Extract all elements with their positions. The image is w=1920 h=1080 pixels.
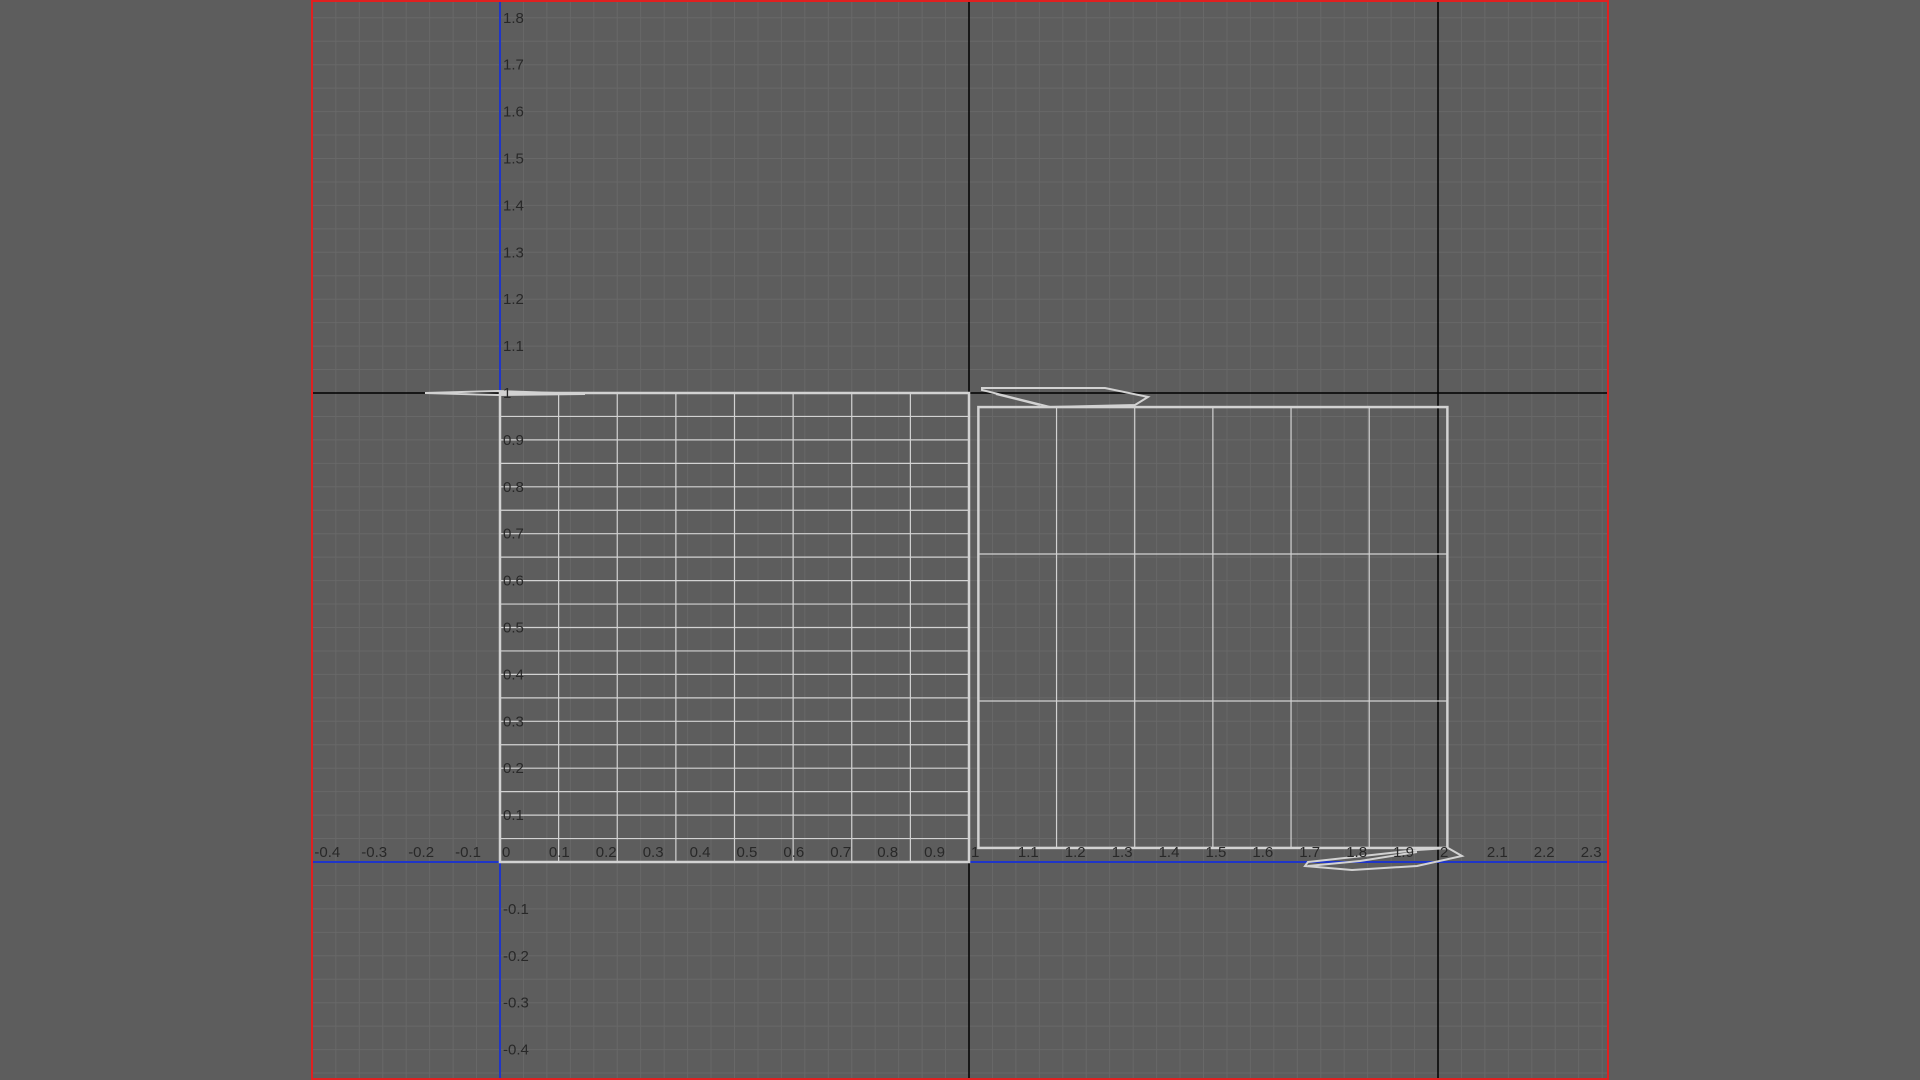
x-tick-label: 1.1 xyxy=(1018,844,1039,861)
y-tick-label: 0.3 xyxy=(503,713,524,730)
y-tick-label: 1.2 xyxy=(503,291,524,308)
x-tick-label: 0.5 xyxy=(737,844,758,861)
y-tick-label: 1.5 xyxy=(503,151,524,168)
y-tick-label: 0.5 xyxy=(503,620,524,637)
y-tick-label: -0.2 xyxy=(503,948,529,965)
x-tick-label: 1.3 xyxy=(1112,844,1133,861)
y-tick-label: 1.1 xyxy=(503,338,524,355)
y-tick-label: 1.3 xyxy=(503,244,524,261)
x-tick-label: 2 xyxy=(1440,844,1448,861)
uv-editor-viewport[interactable]: -0.4 -0.3 -0.2 -0.1 0 0.1 0.2 0.3 0.4 0.5 0.6 0.7 0.… xyxy=(0,0,1920,1080)
x-tick-label: 0.6 xyxy=(783,844,804,861)
x-tick-label: 2.2 xyxy=(1534,844,1555,861)
x-tick-label: 2.3 xyxy=(1581,844,1602,861)
x-tick-label: 0.4 xyxy=(690,844,711,861)
uv-grid-canvas[interactable]: -0.4 -0.3 -0.2 -0.1 0 0.1 0.2 0.3 0.4 0.5 0.6 0.7 0.… xyxy=(0,0,1920,1080)
x-tick-label: 0.2 xyxy=(596,844,617,861)
y-tick-label: 1 xyxy=(503,385,511,402)
x-tick-label: -0.3 xyxy=(361,844,387,861)
y-tick-label: 1.6 xyxy=(503,104,524,121)
y-tick-label: 0.4 xyxy=(503,666,524,683)
y-tick-label: -0.1 xyxy=(503,901,529,918)
x-tick-label: 1.7 xyxy=(1299,844,1320,861)
y-tick-label: 0.6 xyxy=(503,573,524,590)
x-tick-label: 0.1 xyxy=(549,844,570,861)
uv-sliver-shells xyxy=(424,387,1465,872)
y-tick-label: 0.7 xyxy=(503,526,524,543)
x-tick-label: -0.4 xyxy=(314,844,340,861)
x-tick-label: -0.1 xyxy=(455,844,481,861)
x-tick-label: -0.2 xyxy=(408,844,434,861)
x-tick-label: 0.8 xyxy=(877,844,898,861)
x-tick-label: 1.6 xyxy=(1252,844,1273,861)
x-tick-label: 1.4 xyxy=(1159,844,1180,861)
y-tick-label: 0.9 xyxy=(503,432,524,449)
y-tick-label: 0.1 xyxy=(503,807,524,824)
y-tick-label: 0.2 xyxy=(503,760,524,777)
x-tick-label: 0.7 xyxy=(830,844,851,861)
x-tick-label: 0.3 xyxy=(643,844,664,861)
x-tick-label: 1 xyxy=(971,844,979,861)
y-tick-label: 0.8 xyxy=(503,479,524,496)
y-tick-label: -0.3 xyxy=(503,995,529,1012)
left-shell[interactable] xyxy=(498,391,971,864)
uv-sliver xyxy=(995,393,1041,406)
x-tick-label: 0 xyxy=(502,844,510,861)
y-tick-label: 1.8 xyxy=(503,10,524,27)
y-tick-label: 1.7 xyxy=(503,57,524,74)
x-tick-label: 0.9 xyxy=(924,844,945,861)
x-tick-label: 1.8 xyxy=(1346,844,1367,861)
x-tick-label: 1.9 xyxy=(1393,844,1414,861)
x-tick-label: 2.1 xyxy=(1487,844,1508,861)
y-tick-label: 1.4 xyxy=(503,197,524,214)
x-tick-label: 1.2 xyxy=(1065,844,1086,861)
uv-shells[interactable] xyxy=(424,387,1465,872)
y-tick-label: -0.4 xyxy=(503,1042,529,1059)
x-tick-label: 1.5 xyxy=(1206,844,1227,861)
